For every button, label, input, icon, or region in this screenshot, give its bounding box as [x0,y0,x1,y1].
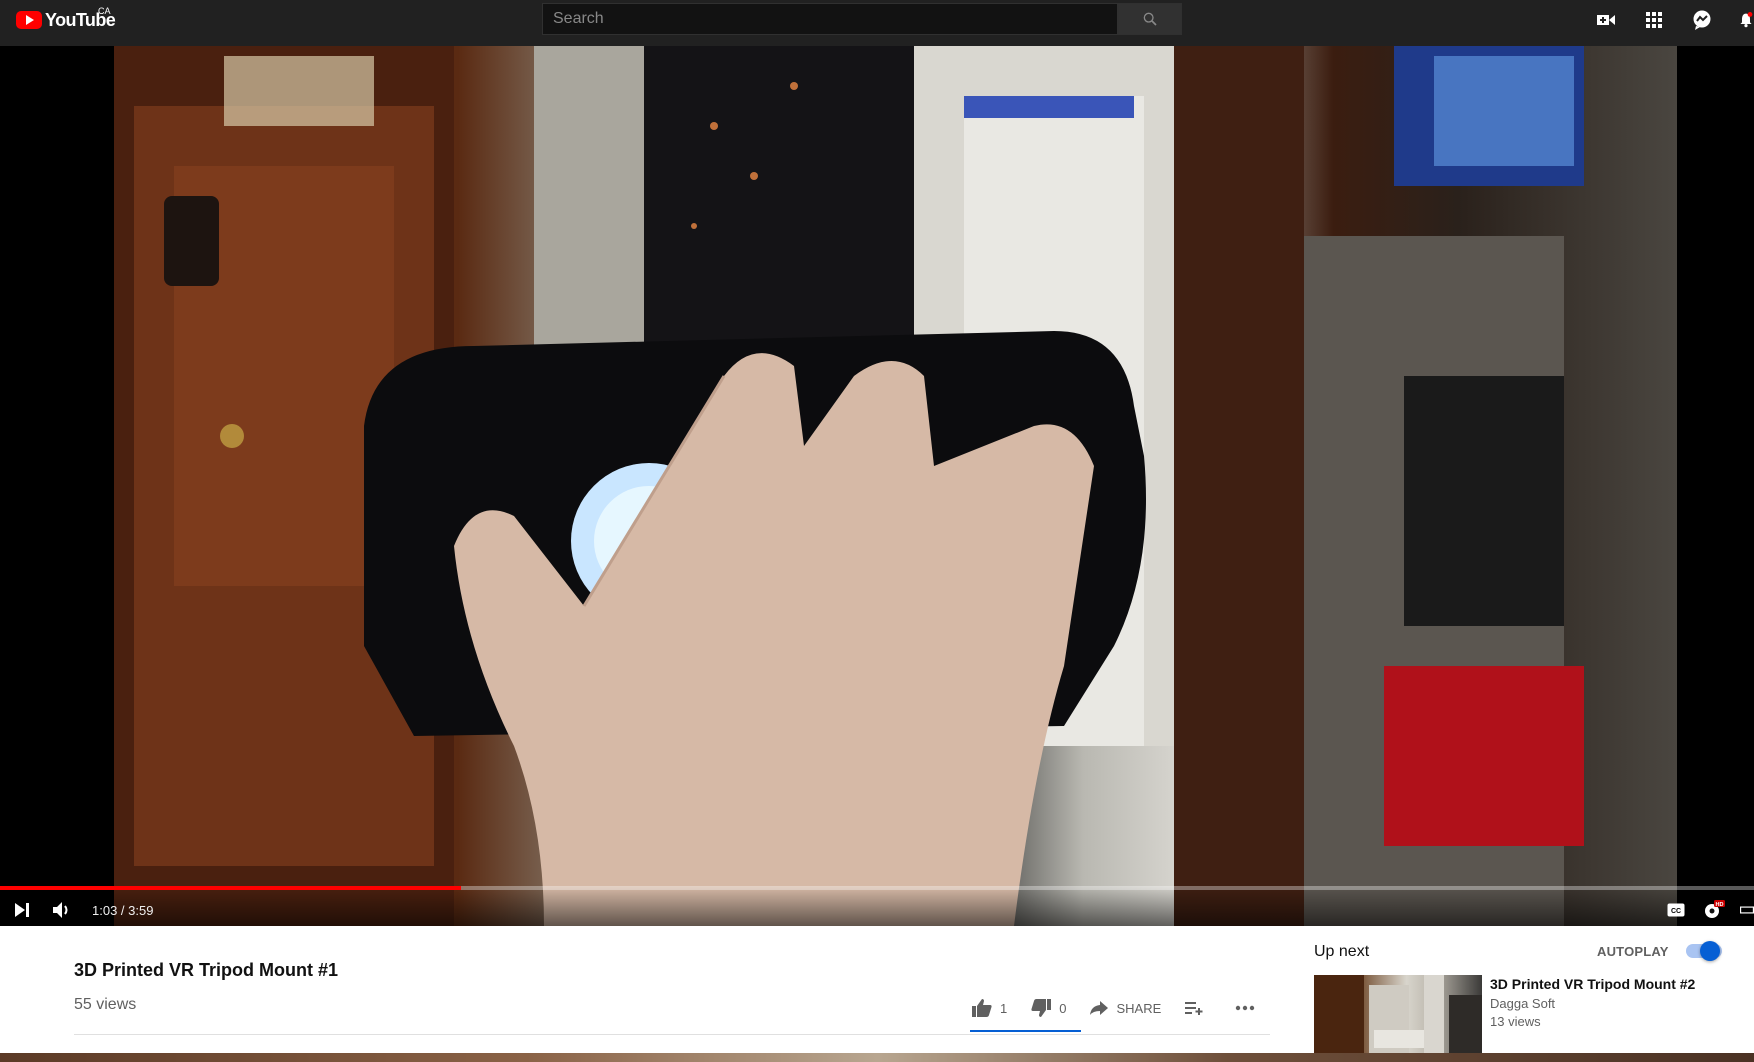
video-title: 3D Printed VR Tripod Mount #1 [74,960,339,980]
up-next-channel[interactable]: Dagga Soft [1490,996,1555,1011]
video-info: 3D Printed VR Tripod Mount #1 [74,960,1274,981]
more-actions-button[interactable] [1235,1005,1263,1011]
video-camera-icon[interactable] [1594,8,1618,32]
playlist-add-icon [1185,1002,1203,1015]
dislike-count: 0 [1059,1000,1067,1016]
settings-button[interactable]: HD [1702,898,1726,922]
share-label: SHARE [1116,1000,1162,1016]
info-divider [74,1034,1270,1035]
search-icon [1143,12,1157,26]
masthead: YouTube CA [0,0,1754,46]
youtube-play-icon [16,11,42,29]
thumbs-down-icon [1031,999,1052,1017]
search-bar [542,3,1182,35]
autoplay-label: AUTOPLAY [1597,944,1669,959]
search-input[interactable] [542,3,1118,35]
next-icon [15,903,29,917]
like-dislike-bar [970,1030,1081,1032]
notifications-bell-icon[interactable] [1738,8,1754,32]
progress-bar[interactable] [0,886,1754,890]
theater-mode-icon [1740,906,1754,914]
up-next-label: Up next [1314,943,1370,960]
volume-button[interactable] [50,898,74,922]
captions-icon: CC [1667,903,1685,917]
view-count: 55 views [74,996,137,1013]
bottom-desktop-strip [0,1053,1754,1062]
masthead-icons [1594,8,1754,32]
captions-button[interactable]: CC [1664,898,1688,922]
volume-icon [53,902,68,918]
hd-badge: HD [1716,902,1724,908]
youtube-logo[interactable]: YouTube CA [16,6,116,31]
like-count: 1 [1000,1000,1008,1016]
like-button[interactable]: 1 [972,999,1007,1017]
up-next-views: 13 views [1490,1014,1541,1029]
time-display: 1:03 / 3:59 [92,902,154,918]
dislike-button[interactable]: 0 [1031,999,1066,1017]
up-next-title[interactable]: 3D Printed VR Tripod Mount #2 [1490,976,1695,992]
svg-text:CC: CC [1671,908,1681,915]
video-still-image [114,46,1584,926]
up-next-thumbnail-image [1314,975,1482,1055]
video-frame[interactable] [114,46,1677,926]
player-controls-overlay [0,886,1754,926]
up-next-thumbnail[interactable] [1314,975,1482,1055]
video-actions: 1 0 SHARE [972,996,1287,1020]
settings-hd-icon: HD [1705,900,1725,918]
thumbs-up-icon [972,999,992,1017]
add-to-playlist-button[interactable] [1185,1001,1211,1015]
apps-grid-icon[interactable] [1642,8,1666,32]
controls-right: CC HD [1664,898,1754,922]
share-arrow-icon [1090,1001,1109,1015]
more-horizontal-icon [1236,1005,1255,1011]
controls-left: 1:03 / 3:59 [10,898,153,922]
logo-region: CA [98,6,111,16]
search-button[interactable] [1118,3,1182,35]
share-button[interactable]: SHARE [1090,1001,1161,1016]
video-player[interactable]: 1:03 / 3:59 CC HD [0,46,1754,926]
autoplay-toggle-knob[interactable] [1700,941,1720,961]
messages-icon[interactable] [1690,8,1714,32]
next-button[interactable] [10,898,34,922]
theater-mode-button[interactable] [1740,898,1754,922]
progress-fill [0,886,462,890]
